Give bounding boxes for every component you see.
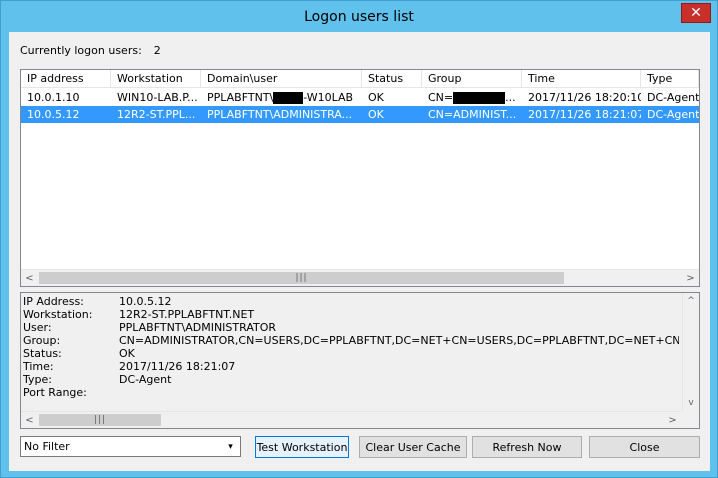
cell-group: CN=... [422,89,522,106]
title-bar[interactable]: Logon users list ✕ [1,1,717,33]
scroll-thumb[interactable]: ||| [39,272,564,284]
detail-label: Workstation: [23,308,93,321]
cell-domain-user: PPLABFTNT\ -W10LAB [201,89,362,106]
column-header-status[interactable]: Status [362,70,422,87]
detail-row-user: User: PPLABFTNT\ADMINISTRATOR [23,321,679,334]
detail-row-port-range: Port Range: [23,386,679,399]
detail-value: 2017/11/26 18:21:07 [119,360,236,373]
refresh-now-button[interactable]: Refresh Now [472,436,582,458]
detail-value: DC-Agent [119,373,172,386]
logon-users-list[interactable]: IP address Workstation Domain\user Statu… [20,69,700,287]
test-workstation-button[interactable]: Test Workstation [255,436,349,458]
detail-row-workstation: Workstation: 12R2-ST.PPLABFTNT.NET [23,308,679,321]
logon-count-label: Currently logon users: [20,44,142,57]
close-button[interactable]: Close [589,436,700,458]
redaction-bar [453,92,506,104]
dialog-client-area: Currently logon users: 2 IP address Work… [9,32,710,471]
cell-workstation: WIN10-LAB.P... [117,91,198,104]
clear-user-cache-button[interactable]: Clear User Cache [359,436,467,458]
column-header-group[interactable]: Group [422,70,522,87]
group-suffix: ... [505,91,516,104]
details-horizontal-scrollbar[interactable]: < ||| > [21,411,681,428]
detail-lines: IP Address: 10.0.5.12 Workstation: 12R2-… [23,295,679,411]
column-header-ip-address[interactable]: IP address [21,70,111,87]
detail-label: Port Range: [23,386,87,399]
filter-select[interactable]: No Filter ▾ [20,436,241,457]
detail-row-type: Type: DC-Agent [23,373,679,386]
detail-label: Time: [23,360,54,373]
cell-domain-user: PPLABFTNT\ADMINISTRA... [207,108,353,121]
table-row[interactable]: 10.0.1.10 WIN10-LAB.P... PPLABFTNT\ -W10L… [21,89,699,106]
column-header-time[interactable]: Time [522,70,641,87]
window-title: Logon users list [304,9,414,25]
cell-time: 2017/11/26 18:20:10 [528,91,641,104]
detail-value: CN=ADMINISTRATOR,CN=USERS,DC=PPLABFTNT,D… [119,334,679,347]
cell-group: CN=ADMINIST... [428,108,517,121]
scroll-left-icon[interactable]: < [21,412,38,428]
column-header-type[interactable]: Type [641,70,699,87]
scroll-thumb[interactable]: ||| [39,414,161,426]
cell-ip: 10.0.1.10 [27,91,80,104]
cell-workstation: 12R2-ST.PPL... [117,108,196,121]
detail-row-status: Status: OK [23,347,679,360]
detail-row-ip: IP Address: 10.0.5.12 [23,295,679,308]
cell-type: DC-Agent [647,108,699,121]
filter-value: No Filter [24,440,70,453]
detail-label: User: [23,321,52,334]
detail-value: OK [119,347,135,360]
close-icon: ✕ [690,5,702,21]
detail-label: Type: [23,373,52,386]
user-details-panel[interactable]: IP Address: 10.0.5.12 Workstation: 12R2-… [20,292,700,429]
logon-count-row: Currently logon users: 2 [20,44,161,57]
detail-label: IP Address: [23,295,84,308]
detail-label: Group: [23,334,61,347]
list-rows: 10.0.1.10 WIN10-LAB.P... PPLABFTNT\ -W10L… [21,89,699,123]
scroll-right-icon[interactable]: > [664,412,681,428]
scroll-down-icon[interactable]: v [683,395,699,411]
cell-type: DC-Agent [647,91,699,104]
cell-time: 2017/11/26 18:21:07 [528,108,641,121]
cell-ip: 10.0.5.12 [27,108,80,121]
logon-count-value: 2 [153,44,161,57]
detail-label: Status: [23,347,62,360]
column-header-domain-user[interactable]: Domain\user [201,70,362,87]
scroll-left-icon[interactable]: < [21,270,38,286]
close-window-button[interactable]: ✕ [681,3,711,23]
table-row-selected[interactable]: 10.0.5.12 12R2-ST.PPL... PPLABFTNT\ADMIN… [21,106,699,123]
scroll-up-icon[interactable]: ^ [683,293,699,309]
detail-row-time: Time: 2017/11/26 18:21:07 [23,360,679,373]
detail-value: 12R2-ST.PPLABFTNT.NET [119,308,255,321]
logon-users-dialog: Logon users list ✕ Currently logon users… [0,0,718,478]
details-vertical-scrollbar[interactable]: ^ v [682,293,699,411]
column-header-workstation[interactable]: Workstation [111,70,201,87]
list-header: IP address Workstation Domain\user Statu… [21,70,699,88]
chevron-down-icon[interactable]: ▾ [223,439,238,454]
list-horizontal-scrollbar[interactable]: < ||| > [21,269,699,286]
scroll-right-icon[interactable]: > [682,270,699,286]
detail-value: PPLABFTNT\ADMINISTRATOR [119,321,277,334]
cell-status: OK [368,91,384,104]
detail-value: 10.0.5.12 [119,295,172,308]
cell-status: OK [368,108,384,121]
redaction-bar [273,92,304,104]
domain-user-suffix: -W10LAB [303,91,354,104]
detail-row-group: Group: CN=ADMINISTRATOR,CN=USERS,DC=PPLA… [23,334,679,347]
domain-user-prefix: PPLABFTNT\ [207,91,274,104]
group-prefix: CN= [428,91,454,104]
